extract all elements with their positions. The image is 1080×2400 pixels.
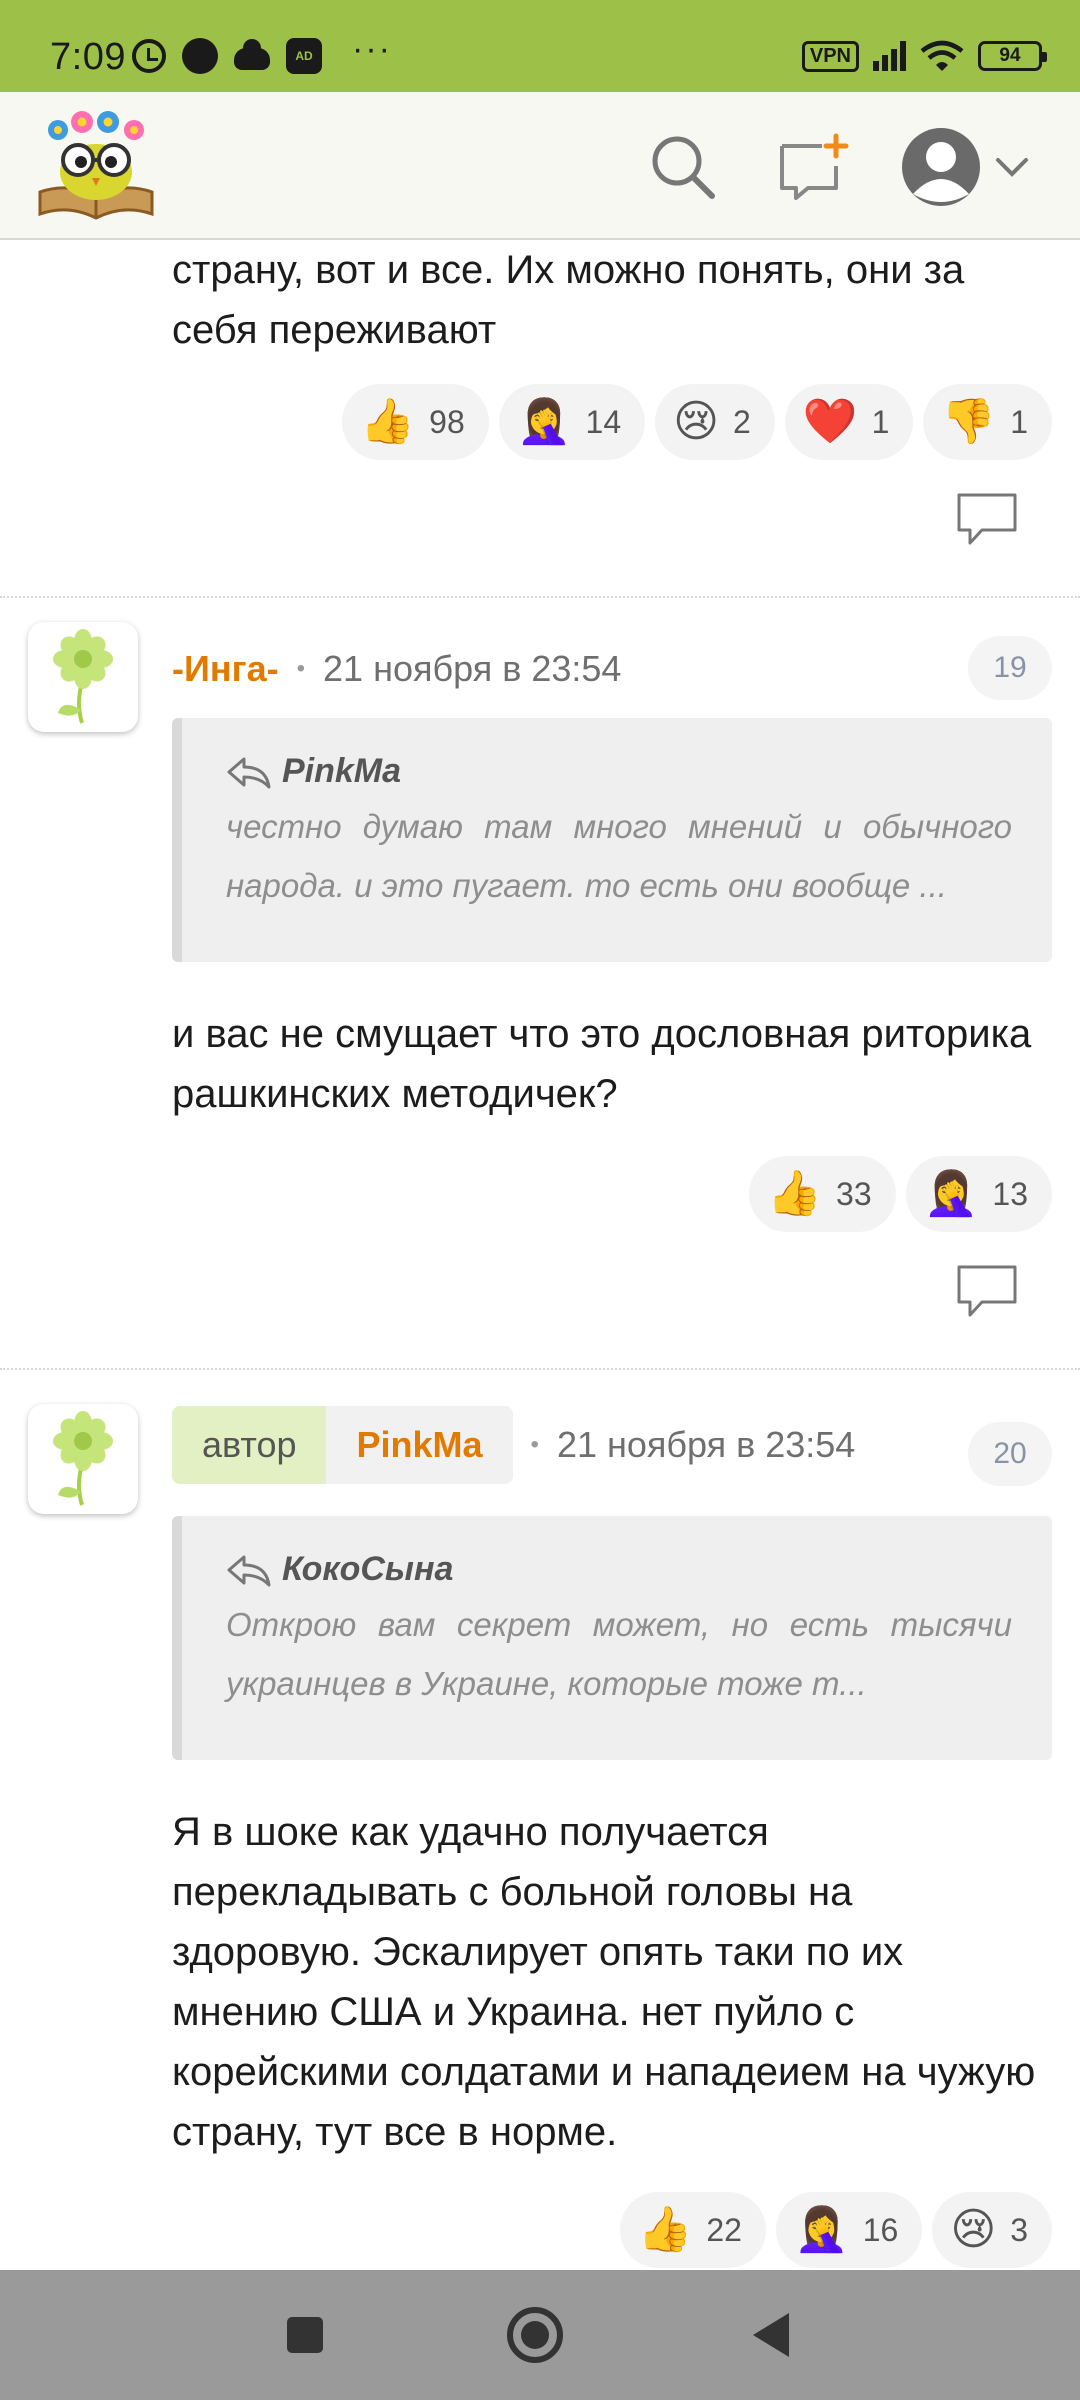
triangle-back-icon	[753, 2313, 789, 2357]
reaction-heart[interactable]: ❤️ 1	[784, 384, 914, 460]
crying-face-icon: 😢	[673, 396, 720, 447]
quote-text: честно думаю там много мнений и обычного…	[226, 808, 1012, 904]
crying-face-icon: 😢	[950, 2204, 997, 2255]
comments-feed[interactable]: страну, вот и все. Их можно понять, они …	[0, 240, 1080, 2270]
circle-home-icon	[507, 2307, 563, 2363]
flower-avatar-icon	[53, 629, 113, 724]
comment-meta: автор PinkMa • 21 ноября в 23:54	[172, 1406, 855, 1484]
app-header	[0, 92, 1080, 240]
comment-meta: -Инга- • 21 ноября в 23:54	[172, 638, 621, 700]
home-button[interactable]	[500, 2300, 570, 2370]
reply-arrow-icon	[227, 757, 271, 788]
cloud-icon	[234, 39, 270, 70]
alarm-icon	[132, 39, 166, 73]
owl-reading-book-logo[interactable]	[34, 110, 158, 222]
user-avatar-icon	[902, 128, 980, 206]
profile-menu-button[interactable]	[900, 128, 1040, 206]
new-message-icon	[780, 133, 849, 200]
search-icon	[652, 136, 715, 199]
back-button[interactable]	[736, 2300, 806, 2370]
search-button[interactable]	[644, 128, 722, 206]
reaction-facepalm[interactable]: 🤦‍♀️ 13	[905, 1156, 1052, 1232]
new-post-button[interactable]	[774, 128, 852, 206]
more-notifications-icon: ···	[352, 29, 392, 68]
avatar[interactable]	[28, 622, 138, 732]
facepalm-icon: 🤦‍♀️	[516, 396, 572, 447]
author-badge: автор PinkMa	[172, 1406, 513, 1484]
battery-icon: 94	[978, 41, 1047, 71]
meta-separator: •	[296, 655, 306, 682]
signal-icon	[873, 41, 906, 71]
comment-number-badge[interactable]: 19	[968, 636, 1052, 700]
thumbs-up-icon: 👍	[360, 396, 416, 447]
author-role-label: автор	[172, 1406, 327, 1484]
reaction-facepalm[interactable]: 🤦‍♀️ 14	[498, 384, 646, 460]
thumbs-up-icon: 👍	[637, 2204, 693, 2255]
notification-dot-icon	[182, 38, 218, 74]
square-recents-icon	[287, 2317, 323, 2353]
avatar[interactable]	[28, 1404, 138, 1514]
vpn-icon: VPN	[801, 40, 859, 72]
quote-text: Открою вам секрет может, но есть тысячи …	[226, 1606, 1012, 1702]
status-notification-icons: AD ···	[132, 30, 392, 74]
thumbs-down-icon: 👎	[941, 396, 997, 447]
reactions-row: 👍 22 🤦‍♀️ 16 😢 3	[619, 2192, 1052, 2268]
meta-separator: •	[530, 1431, 539, 1458]
comment-divider	[0, 1368, 1080, 1370]
comment-text: страну, вот и все. Их можно понять, они …	[172, 248, 965, 352]
wifi-icon	[920, 40, 964, 71]
thumbs-up-icon: 👍	[767, 1168, 823, 1219]
reply-comment-icon[interactable]	[956, 492, 1018, 546]
chevron-down-icon	[996, 158, 1028, 177]
status-time: 7:09	[50, 36, 126, 78]
reaction-thumbs-up[interactable]: 👍 33	[749, 1156, 896, 1232]
status-system-icons: VPN 94	[801, 40, 1047, 72]
comment-text: и вас не смущает что это дословная ритор…	[172, 1012, 1032, 1116]
facepalm-icon: 🤦‍♀️	[793, 2204, 849, 2255]
reply-arrow-icon	[227, 1555, 271, 1586]
reply-comment-icon[interactable]	[956, 1264, 1018, 1318]
comment-text: Я в шоке как удачно получается переклады…	[172, 1810, 1036, 2154]
comment-date: 21 ноября в 23:54	[556, 1424, 856, 1465]
quote-header: КокоСына	[226, 1550, 1012, 1589]
quoted-comment[interactable]: PinkMa честно думаю там много мнений и о…	[172, 718, 1052, 962]
flower-avatar-icon	[53, 1411, 113, 1506]
comment-author[interactable]: PinkMa	[326, 1406, 513, 1484]
reaction-thumbs-up[interactable]: 👍 22	[619, 2192, 766, 2268]
reaction-facepalm[interactable]: 🤦‍♀️ 16	[775, 2192, 923, 2268]
recents-button[interactable]	[270, 2300, 340, 2370]
ad-blocker-icon: AD	[286, 38, 322, 74]
status-bar: 7:09 AD ··· VPN 94	[0, 0, 1080, 92]
comment-author[interactable]: -Инга-	[172, 648, 279, 690]
reaction-thumbs-down[interactable]: 👎 1	[923, 384, 1052, 460]
quote-header: PinkMa	[226, 752, 1012, 791]
comment-date: 21 ноября в 23:54	[323, 648, 622, 689]
reaction-crying[interactable]: 😢 2	[655, 384, 775, 460]
comment-number-badge[interactable]: 20	[968, 1422, 1052, 1486]
reaction-crying[interactable]: 😢 3	[932, 2192, 1052, 2268]
comment-divider	[0, 596, 1080, 598]
reactions-row: 👍 98 🤦‍♀️ 14 😢 2 ❤️ 1 👎 1	[342, 384, 1052, 460]
reactions-row: 👍 33 🤦‍♀️ 13	[749, 1156, 1052, 1232]
system-nav-bar	[0, 2270, 1080, 2400]
quote-author: PinkMa	[282, 752, 402, 790]
quote-author: КокоСына	[282, 1550, 454, 1588]
facepalm-icon: 🤦‍♀️	[923, 1168, 979, 1219]
heart-icon: ❤️	[802, 396, 858, 447]
quoted-comment[interactable]: КокоСына Открою вам секрет может, но ест…	[172, 1516, 1052, 1760]
reaction-thumbs-up[interactable]: 👍 98	[342, 384, 489, 460]
